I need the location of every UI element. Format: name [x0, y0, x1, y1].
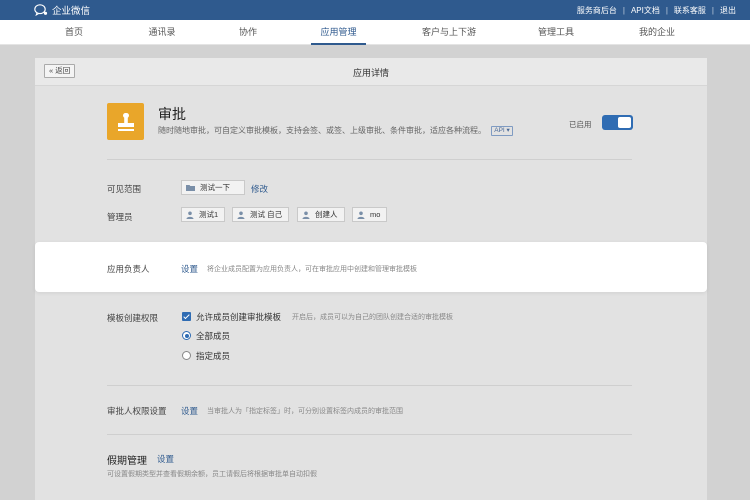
stamp-icon [117, 112, 134, 131]
admin-name: 测试1 [199, 210, 219, 219]
allow-create-template-label: 允许成员创建审批模板 [196, 312, 282, 322]
user-icon [357, 211, 365, 219]
logo-text: 企业微信 [52, 6, 91, 17]
admin-chip: 测试1 [181, 207, 226, 222]
tab-app-management[interactable]: 应用管理 [311, 20, 366, 45]
contact-support-link[interactable]: 联系客服 [674, 5, 706, 16]
user-icon [237, 211, 245, 219]
admin-chip: mo [352, 207, 388, 222]
user-icon [186, 211, 194, 219]
visibility-scope-chip: 测试一下 [181, 180, 245, 195]
separator: | [665, 5, 668, 15]
visibility-label: 可见范围 [107, 184, 142, 194]
leave-management-hint: 可设置假期类型并查看假期余额，员工请假后将根据审批单自动扣假 [107, 471, 317, 478]
set-approver-permission-link[interactable]: 设置 [181, 405, 198, 417]
approver-permission-hint: 当审批人为「指定标签」时，可分别设置标签内成员的审批范围 [207, 408, 403, 415]
tab-my-company[interactable]: 我的企业 [634, 20, 680, 45]
logo[interactable]: 企业微信 [34, 3, 90, 17]
enabled-status-label: 已启用 [569, 120, 592, 129]
admin-chip: 测试 自己 [232, 207, 290, 222]
separator: | [622, 5, 625, 15]
set-app-owner-link[interactable]: 设置 [181, 263, 198, 275]
admin-name: 创建人 [315, 210, 338, 219]
divider [107, 434, 632, 435]
divider [107, 385, 632, 386]
admins-label: 管理员 [107, 212, 133, 222]
logout-link[interactable]: 退出 [720, 5, 736, 16]
enable-toggle[interactable] [602, 115, 633, 130]
admin-chip: 创建人 [297, 207, 345, 222]
card-header: « 返回 应用详情 [35, 58, 707, 86]
divider [107, 159, 632, 160]
app-icon [107, 103, 144, 140]
app-description: 随时随地审批，可自定义审批模板，支持会签、或签、上级审批、条件审批，适应各种流程… [158, 125, 513, 136]
approver-permission-label: 审批人权限设置 [107, 406, 167, 416]
top-links: 服务商后台 | API文档 | 联系客服 | 退出 [577, 0, 736, 20]
all-members-radio[interactable] [182, 331, 191, 340]
visibility-scope-text: 测试一下 [200, 183, 230, 192]
api-docs-link[interactable]: API文档 [631, 5, 660, 16]
app-owner-hint: 将企业成员配置为应用负责人，可在审批应用中创建和管理审批模板 [207, 266, 417, 273]
api-dropdown[interactable]: API ▾ [491, 126, 513, 136]
all-members-label: 全部成员 [196, 331, 231, 341]
tab-contacts[interactable]: 通讯录 [144, 20, 180, 45]
service-provider-link[interactable]: 服务商后台 [577, 5, 617, 16]
admin-name: 测试 自己 [250, 210, 283, 219]
allow-create-template-hint: 开启后，成员可以为自己的团队创建合适的审批模板 [292, 314, 453, 321]
set-leave-management-link[interactable]: 设置 [157, 453, 174, 465]
allow-create-template-checkbox[interactable] [182, 312, 191, 321]
specific-members-radio[interactable] [182, 351, 191, 360]
tab-management-tools[interactable]: 管理工具 [534, 20, 578, 45]
page-title: 应用详情 [352, 68, 389, 78]
tab-home[interactable]: 首页 [58, 20, 90, 45]
tab-customers[interactable]: 客户与上下游 [418, 20, 480, 45]
leave-management-title: 假期管理 [107, 456, 147, 467]
folder-icon [186, 185, 195, 191]
edit-visibility-link[interactable]: 修改 [251, 183, 268, 195]
app-owner-label: 应用负责人 [107, 264, 150, 274]
user-icon [302, 211, 310, 219]
specific-members-label: 指定成员 [196, 351, 231, 361]
separator: | [711, 5, 714, 15]
tab-collaboration[interactable]: 协作 [234, 20, 262, 45]
wecom-logo-icon [34, 4, 48, 16]
top-bar: 企业微信 服务商后台 | API文档 | 联系客服 | 退出 [0, 0, 750, 20]
main-nav: 首页 通讯录 协作 应用管理 客户与上下游 管理工具 我的企业 [0, 20, 750, 45]
app-name: 审批 [158, 106, 186, 122]
toggle-knob [618, 117, 631, 128]
app-description-text: 随时随地审批，可自定义审批模板，支持会签、或签、上级审批、条件审批，适应各种流程… [158, 126, 486, 135]
template-permission-label: 模板创建权限 [107, 313, 159, 323]
admin-name: mo [370, 210, 381, 219]
